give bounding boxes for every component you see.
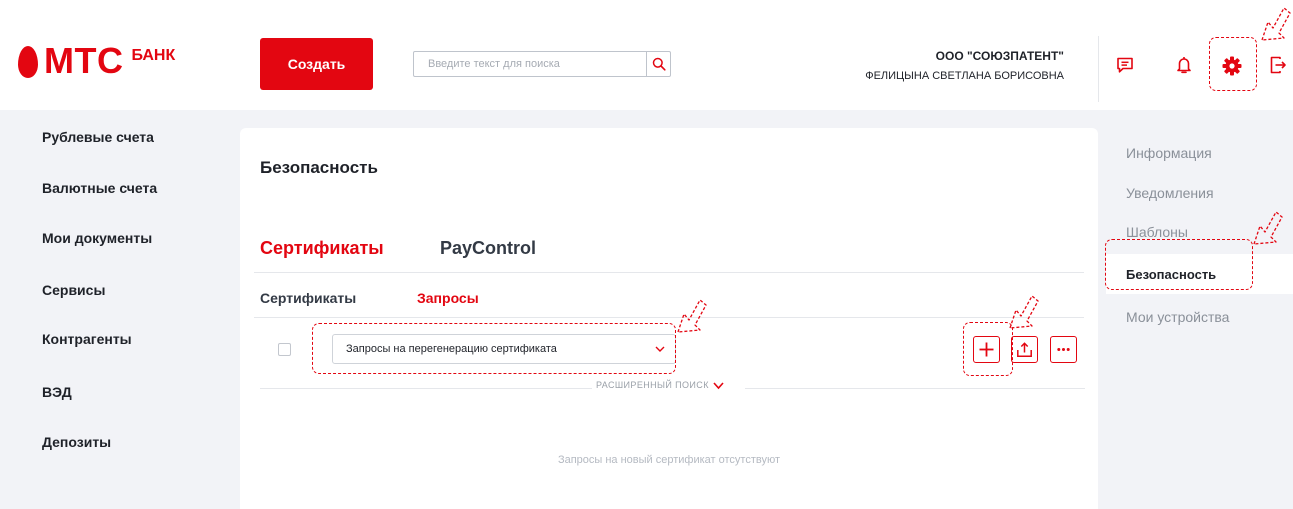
header-divider	[1098, 36, 1099, 102]
pointer-arrow-icon	[1261, 7, 1291, 41]
chat-icon	[1117, 57, 1133, 73]
gear-icon	[1222, 56, 1242, 76]
security-panel: Безопасность Сертификаты PayControl Серт…	[240, 128, 1098, 509]
notifications-button[interactable]	[1172, 53, 1196, 77]
more-icon	[1057, 348, 1070, 351]
advanced-search-label: РАСШИРЕННЫЙ ПОИСК	[596, 380, 709, 390]
add-button[interactable]	[973, 336, 1000, 363]
empty-state-message: Запросы на новый сертификат отсутствуют	[557, 454, 781, 466]
search-button[interactable]	[646, 52, 670, 76]
page-title: Безопасность	[260, 158, 378, 177]
chevron-down-icon	[655, 346, 665, 352]
subtab-requests[interactable]: Запросы	[417, 290, 479, 306]
advanced-search-line-left	[260, 388, 592, 389]
create-button[interactable]: Создать	[260, 38, 373, 90]
search-icon	[652, 57, 666, 71]
select-all-checkbox[interactable]	[278, 343, 291, 356]
subtab-certificates[interactable]: Сертификаты	[260, 290, 356, 306]
logo-suffix: БАНК	[131, 47, 176, 64]
request-type-select[interactable]: Запросы на перегенерацию сертификата	[332, 334, 676, 364]
right-nav-templates[interactable]: Шаблоны	[1126, 224, 1188, 240]
logo-egg-icon	[18, 46, 38, 78]
logout-icon	[1270, 56, 1286, 74]
mts-bank-logo[interactable]: МТС БАНК	[18, 42, 175, 82]
advanced-search-line-right	[745, 388, 1085, 389]
sidebar-item-services[interactable]: Сервисы	[42, 282, 105, 298]
add-icon	[979, 342, 994, 357]
page: МТС БАНК Создать ООО "СОЮЗПАТЕНТ" ФЕЛИЦЫ…	[0, 0, 1293, 509]
sidebar-item-ved[interactable]: ВЭД	[42, 384, 72, 400]
search-box	[413, 51, 671, 77]
subtabs-divider	[254, 317, 1084, 318]
logout-button[interactable]	[1266, 53, 1290, 77]
sidebar-item-currency-accounts[interactable]: Валютные счета	[42, 180, 157, 196]
settings-button[interactable]	[1219, 53, 1245, 79]
chevron-down-icon	[713, 381, 724, 389]
right-nav-my-devices[interactable]: Мои устройства	[1126, 309, 1229, 325]
more-button[interactable]	[1050, 336, 1077, 363]
chat-button[interactable]	[1113, 53, 1137, 77]
tabs-divider	[254, 272, 1084, 273]
logo-brand: МТС	[44, 40, 124, 81]
request-type-value: Запросы на перегенерацию сертификата	[346, 343, 557, 355]
company-info[interactable]: ООО "СОЮЗПАТЕНТ" ФЕЛИЦЫНА СВЕТЛАНА БОРИС…	[865, 46, 1064, 86]
bell-icon	[1177, 57, 1191, 74]
user-name: ФЕЛИЦЫНА СВЕТЛАНА БОРИСОВНА	[865, 70, 1064, 82]
right-nav-info[interactable]: Информация	[1126, 145, 1212, 161]
upload-icon	[1017, 342, 1032, 357]
search-input[interactable]	[414, 52, 646, 76]
tab-certificates[interactable]: Сертификаты	[260, 238, 384, 259]
right-nav-notifications[interactable]: Уведомления	[1126, 185, 1214, 201]
upload-button[interactable]	[1011, 336, 1038, 363]
sidebar-item-counterparties[interactable]: Контрагенты	[42, 331, 132, 347]
sidebar-item-ruble-accounts[interactable]: Рублевые счета	[42, 129, 154, 145]
sidebar-item-deposits[interactable]: Депозиты	[42, 434, 111, 450]
sidebar-item-my-documents[interactable]: Мои документы	[42, 230, 152, 246]
company-name: ООО "СОЮЗПАТЕНТ"	[935, 49, 1064, 63]
tab-paycontrol[interactable]: PayControl	[440, 238, 536, 259]
right-nav-security[interactable]: Безопасность	[1126, 267, 1216, 282]
advanced-search-toggle[interactable]: РАСШИРЕННЫЙ ПОИСК	[596, 380, 724, 390]
